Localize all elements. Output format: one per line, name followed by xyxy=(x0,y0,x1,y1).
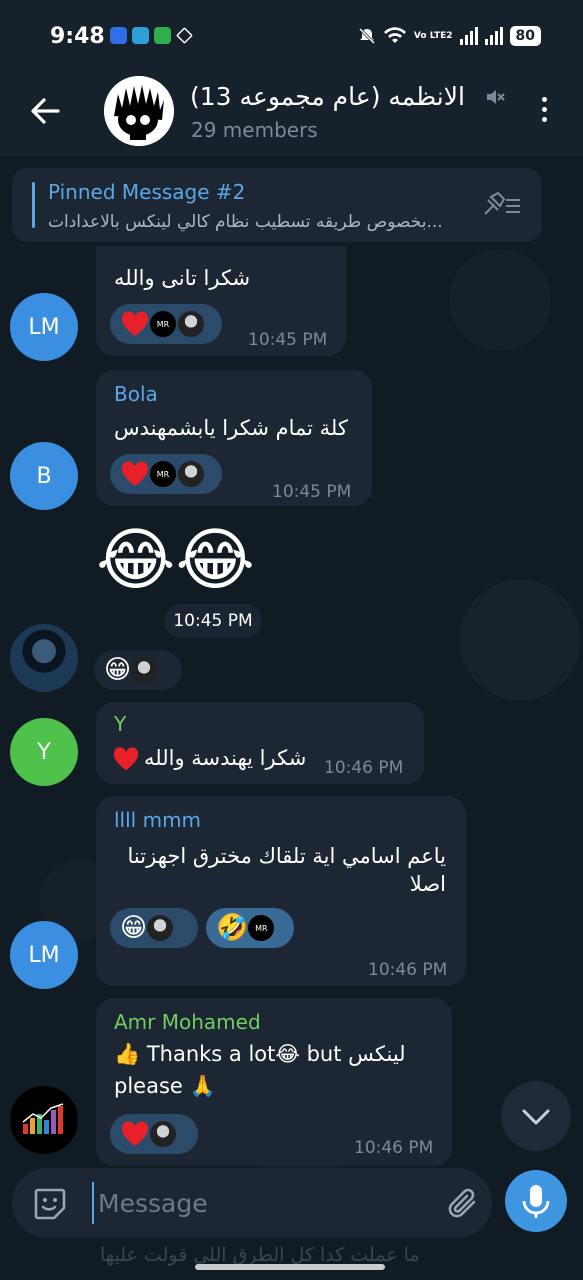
message-bubble[interactable]: Amr Mohamed 👍 Thanks a lot😂 but لينكس pl… xyxy=(96,998,452,1166)
wifi-icon xyxy=(383,27,406,43)
heart-icon xyxy=(113,747,139,771)
message-bubble[interactable]: شكرا تانى والله MR 10:45 PM xyxy=(96,246,346,356)
message-bubble[interactable]: Bola كلة تمام شكرا يابشمهندس MR 10:45 PM xyxy=(96,370,372,506)
sender-name[interactable]: Bola xyxy=(114,382,158,406)
scroll-down-button[interactable] xyxy=(501,1081,571,1151)
reaction-chip[interactable]: 🤣 MR xyxy=(206,908,294,948)
message-time: 10:45 PM xyxy=(272,482,352,502)
battery-indicator: 80 xyxy=(509,26,541,46)
mute-status-icon xyxy=(358,27,375,45)
group-title[interactable]: (13 الانظمه (عام مجموعه xyxy=(190,82,465,111)
reactor-avatar: MR xyxy=(148,459,178,489)
telegram-icon xyxy=(132,27,149,44)
message-bubble[interactable]: llll mmm ياعم اسامي اية تلقاك مخترق اجهز… xyxy=(96,796,466,986)
message-text: 👍 Thanks a lot😂 but لينكس xyxy=(114,1042,406,1066)
message-time: 10:46 PM xyxy=(354,1138,434,1158)
message-text: please 🙏 xyxy=(114,1074,216,1098)
message-text: شكرا تانى والله xyxy=(114,266,251,290)
message-bubble[interactable]: Y شكرا يهندسة والله 10:46 PM xyxy=(96,702,424,784)
avatar[interactable]: LM xyxy=(10,921,78,989)
message-input[interactable] xyxy=(92,1182,422,1224)
reactor-avatar: MR xyxy=(148,309,178,339)
heart-icon xyxy=(121,311,149,336)
microphone-icon xyxy=(522,1185,550,1218)
grin-emoji-icon: 😁 xyxy=(104,655,132,685)
message-text: ياعم اسامي اية تلقاك مخترق اجهزتنا xyxy=(127,844,446,868)
reaction-chip[interactable]: MR xyxy=(110,454,222,494)
message-time: 10:46 PM xyxy=(324,758,404,778)
chevron-down-icon xyxy=(522,1109,550,1125)
heart-icon xyxy=(121,1121,149,1146)
pinned-list-icon[interactable] xyxy=(482,192,522,218)
sticker-icon[interactable] xyxy=(32,1186,68,1222)
rofl-emoji-icon: 🤣 xyxy=(216,913,249,943)
avatar[interactable]: B xyxy=(10,442,78,510)
message-time: 10:45 PM xyxy=(248,330,328,350)
pinned-text: بخصوص طريقه تسطيب نظام كالي لينكس بالاعد… xyxy=(48,212,443,232)
group-avatar[interactable] xyxy=(104,76,174,146)
chat-screen: 9:48 Vo LTE2 80 (13 الانظمه (عام مجموعه … xyxy=(0,0,583,1280)
emoji-message[interactable]: 😂😂 xyxy=(96,524,255,598)
reactor-avatar xyxy=(176,459,206,489)
member-count: 29 members xyxy=(191,118,318,142)
heart-icon xyxy=(121,461,149,486)
signal-icon-2 xyxy=(484,27,503,45)
reactor-avatar xyxy=(176,309,206,339)
avatar[interactable]: Y xyxy=(10,718,78,786)
paperclip-icon[interactable] xyxy=(444,1184,482,1222)
pinned-title: Pinned Message #2 xyxy=(48,180,246,204)
message-text: شكرا يهندسة والله xyxy=(144,746,307,770)
message-text: كلة تمام شكرا يابشمهندس xyxy=(114,416,348,440)
skull-logo-icon xyxy=(104,76,174,146)
status-app-icons xyxy=(110,27,193,44)
home-indicator[interactable] xyxy=(195,1264,385,1270)
reaction-chip[interactable]: 😁 xyxy=(110,908,198,948)
reactor-avatar xyxy=(129,655,160,685)
sender-name[interactable]: Amr Mohamed xyxy=(114,1010,261,1034)
reactor-avatar xyxy=(145,913,176,943)
signal-icon xyxy=(459,27,478,45)
pinned-message-bar[interactable]: Pinned Message #2 بخصوص طريقه تسطيب نظام… xyxy=(12,168,542,242)
message-time: 10:46 PM xyxy=(368,960,448,980)
status-time: 9:48 xyxy=(50,24,105,49)
pinned-indicator xyxy=(32,182,35,228)
avatar[interactable]: LM xyxy=(10,293,78,361)
message-composer xyxy=(12,1168,492,1238)
message-time: 10:45 PM xyxy=(164,604,262,638)
sender-name[interactable]: llll mmm xyxy=(114,808,201,832)
reaction-chip[interactable]: MR xyxy=(110,304,222,344)
chat-header: (13 الانظمه (عام مجموعه 29 members xyxy=(0,76,583,156)
back-arrow-icon[interactable] xyxy=(28,94,62,128)
muted-speaker-icon xyxy=(487,90,505,104)
status-bar: 9:48 Vo LTE2 80 xyxy=(0,0,583,76)
reaction-chip[interactable] xyxy=(110,1114,198,1154)
app-grid-icon xyxy=(154,27,171,44)
volte-label: Vo LTE2 xyxy=(413,30,453,41)
reactor-avatar xyxy=(148,1119,178,1149)
microphone-button[interactable] xyxy=(505,1170,567,1232)
play-icon xyxy=(176,27,193,44)
more-menu-icon[interactable] xyxy=(534,94,554,128)
reaction-chip[interactable]: 😁 xyxy=(94,650,182,690)
messenger-icon xyxy=(110,27,127,44)
bar-chart-logo-icon xyxy=(22,1103,64,1134)
sender-name[interactable]: Y xyxy=(114,712,126,736)
status-indicators: Vo LTE2 80 xyxy=(358,26,541,46)
grin-emoji-icon: 😁 xyxy=(120,913,148,943)
reactor-avatar: MR xyxy=(246,913,277,943)
keyboard-preview-text: ما عملت كدا كل الطرق اللي قولت عليها xyxy=(100,1244,420,1266)
message-text: اصلا xyxy=(409,872,446,896)
data-driven-avatar[interactable] xyxy=(10,1086,78,1154)
hacker-avatar[interactable] xyxy=(10,624,78,692)
